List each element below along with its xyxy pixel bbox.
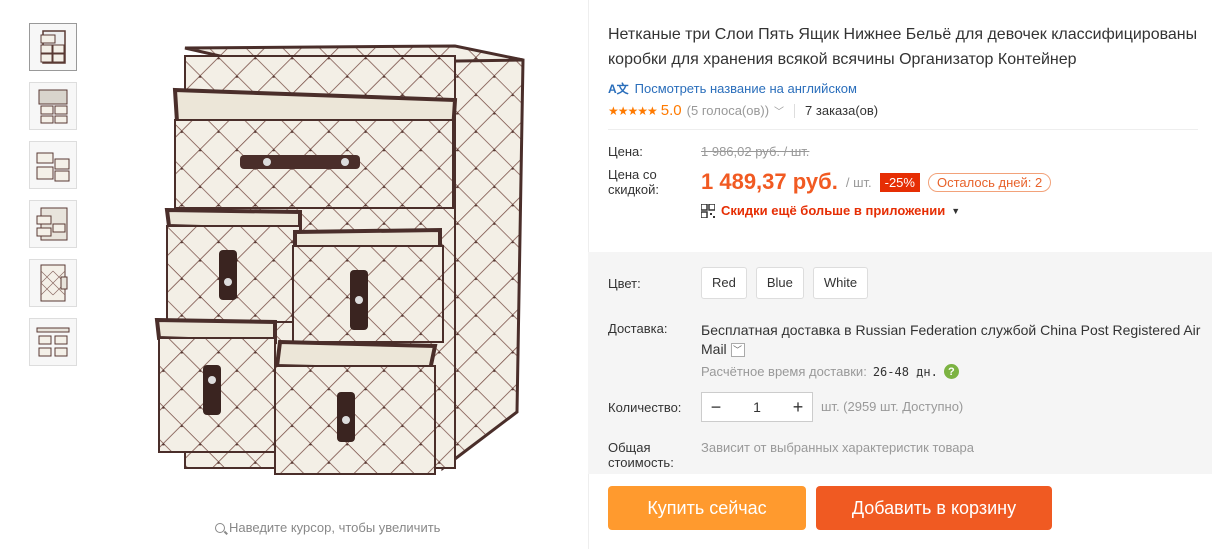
delivery-info: Бесплатная доставка в Russian Federation… [701, 321, 1201, 359]
app-promo-text[interactable]: Скидки ещё больше в приложении [721, 203, 945, 218]
translate-link[interactable]: A文 Посмотреть название на английском [608, 80, 1212, 97]
eta-days: 26-48 дн. [872, 364, 938, 379]
total-row: Общая стоимость: Зависит от выбранных ха… [608, 440, 1212, 470]
delivery-country: Russian Federation [855, 322, 977, 338]
delivery-service-prefix: службой [980, 322, 1037, 338]
zoom-hint: Наведите курсор, чтобы увеличить [215, 520, 440, 535]
help-icon[interactable]: ? [943, 364, 959, 379]
discount-price: 1 489,37 руб. [701, 169, 838, 194]
plus-icon[interactable]: + [784, 397, 812, 418]
delivery-chevron-icon[interactable]: ﹀ [730, 343, 745, 358]
zoom-hint-text: Наведите курсор, чтобы увеличить [229, 520, 441, 535]
product-info-panel: Нетканые три Слои Пять Ящик Нижнее Бельё… [588, 0, 1212, 530]
organizer-image-icon [40, 30, 66, 64]
price-box: Цена: 1 986,02 руб. / шт. Цена со скидко… [608, 129, 1198, 218]
votes-count[interactable]: (5 голоса(ов)) [687, 103, 769, 118]
main-product-image[interactable] [145, 20, 545, 510]
minus-icon[interactable]: − [702, 397, 730, 418]
translate-link-text[interactable]: Посмотреть название на английском [635, 81, 857, 96]
delivery-label: Доставка: [608, 321, 668, 336]
color-option-red[interactable]: Red [701, 267, 747, 299]
delivery-eta: Расчётное время доставки: 26-48 дн. ? [701, 364, 1201, 379]
add-to-cart-button[interactable]: Добавить в корзину [816, 486, 1052, 530]
rating-score: 5.0 [660, 102, 682, 119]
color-option-white[interactable]: White [812, 267, 869, 299]
thumbnail-3[interactable] [29, 141, 77, 189]
caret-down-icon: ▼ [951, 205, 961, 216]
quantity-row: Количество: − 1 + шт. (2959 шт. Доступно… [608, 392, 1212, 422]
qr-code-icon [701, 203, 715, 218]
discount-price-label: Цена со скидкой: [608, 167, 659, 197]
quantity-input[interactable]: 1 [730, 399, 784, 415]
options-section: Цвет: Red Blue White Доставка: Бесплатна… [608, 267, 1212, 470]
thumbnail-4[interactable] [29, 200, 77, 248]
delivery-row: Доставка: Бесплатная доставка в Russian … [608, 321, 1212, 379]
color-row: Цвет: Red Blue White [608, 267, 1212, 299]
thumbnail-1[interactable] [29, 23, 77, 71]
rating-row: ★★★★★ 5.0 (5 голоса(ов)) ﹀ 7 заказа(ов) [608, 102, 1212, 119]
eta-label: Расчётное время доставки: [701, 364, 867, 379]
organizer-image-icon [36, 207, 68, 241]
chevron-down-icon[interactable]: ﹀ [774, 103, 784, 118]
translate-icon: A文 [608, 82, 629, 96]
orders-count: 7 заказа(ов) [805, 103, 879, 118]
buy-now-button[interactable]: Купить сейчас [608, 486, 806, 530]
thumbnail-5[interactable] [29, 259, 77, 307]
delivery-free-text: Бесплатная доставка в [701, 322, 852, 338]
total-label: Общая стоимость: [608, 440, 674, 470]
thumbnail-6[interactable] [29, 318, 77, 366]
star-rating-icon: ★★★★★ [608, 103, 658, 118]
action-buttons: Купить сейчас Добавить в корзину [608, 486, 1052, 530]
price-label: Цена: [608, 144, 643, 159]
product-title: Нетканые три Слои Пять Ящик Нижнее Бельё… [608, 26, 1198, 68]
thumbnail-2[interactable] [29, 82, 77, 130]
magnifier-icon [215, 522, 225, 533]
days-left-badge: Осталось дней: 2 [927, 172, 1052, 192]
color-label: Цвет: [608, 275, 641, 291]
separator [794, 103, 796, 118]
color-option-blue[interactable]: Blue [755, 267, 804, 299]
price-unit: / шт. [845, 174, 872, 190]
total-note: Зависит от выбранных характеристик товар… [701, 440, 974, 455]
organizer-image-icon [38, 89, 68, 124]
quantity-stepper: − 1 + [701, 392, 813, 422]
quantity-available: шт. (2959 шт. Доступно) [821, 399, 964, 414]
quantity-label: Количество: [608, 399, 682, 415]
thumbnail-gallery [29, 23, 77, 377]
app-promo-link[interactable]: Скидки ещё больше в приложении ▼ [701, 203, 1198, 218]
organizer-image-icon [36, 152, 70, 182]
discount-badge: -25% [879, 172, 920, 192]
organizer-image-icon [36, 327, 70, 357]
organizer-image-icon [40, 264, 68, 302]
old-price: 1 986,02 руб. / шт. [701, 144, 810, 159]
